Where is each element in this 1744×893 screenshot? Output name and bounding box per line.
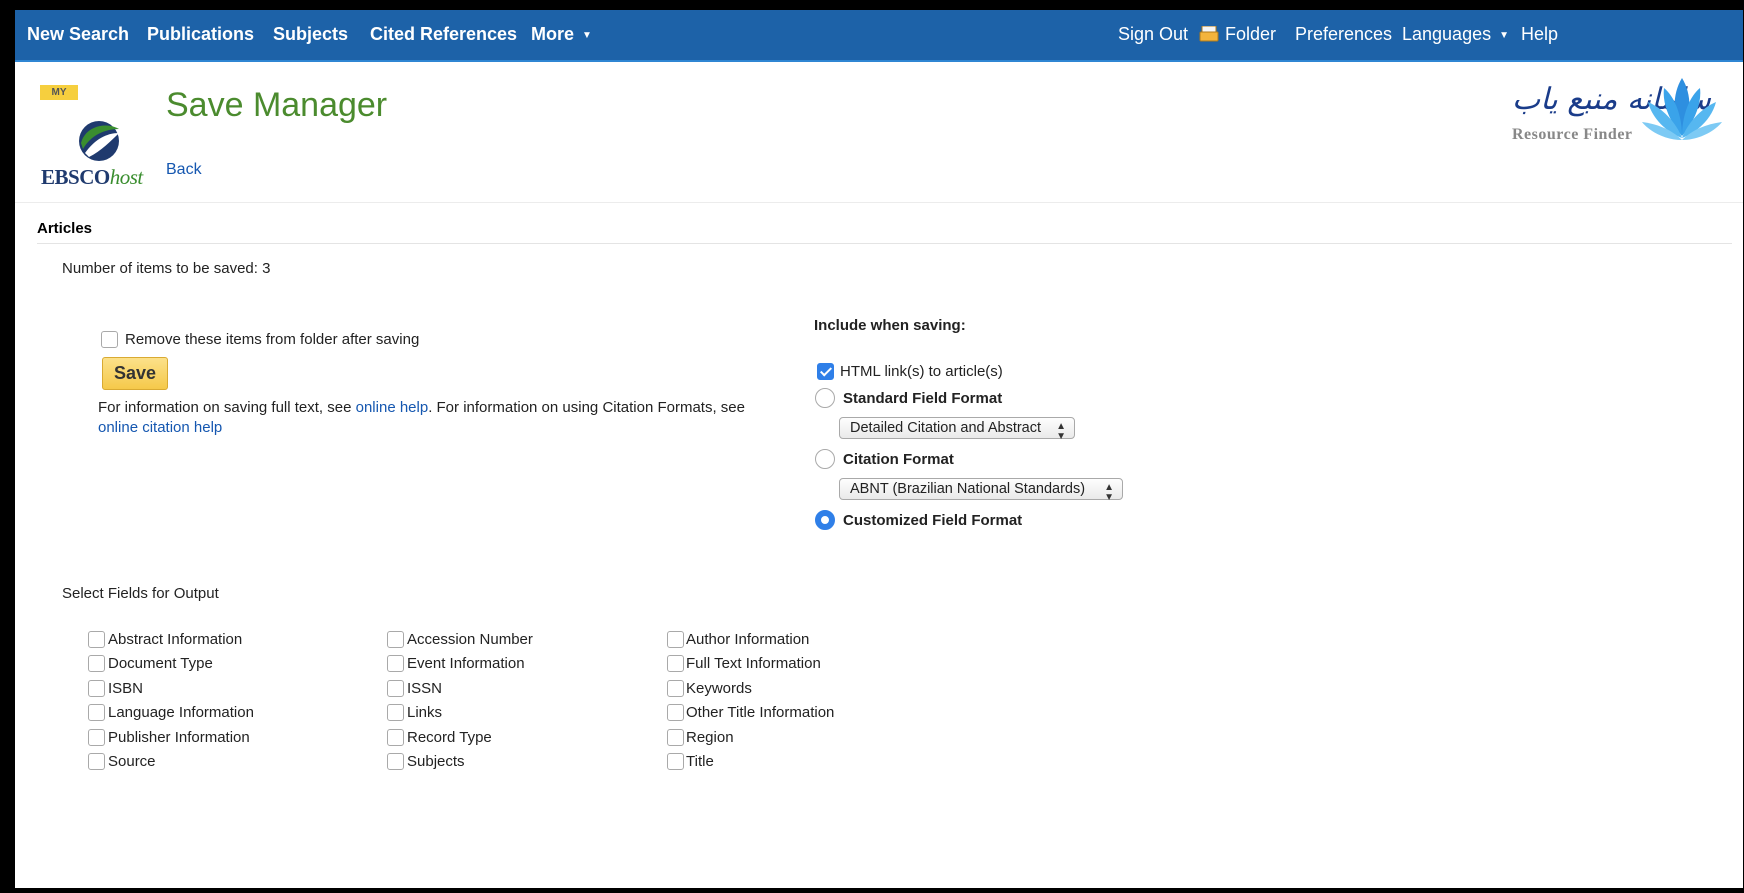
field-checkbox[interactable]: [88, 631, 105, 648]
custom-format-radio[interactable]: [815, 510, 835, 530]
online-citation-help-link[interactable]: online citation help: [98, 419, 222, 436]
chevron-down-icon: ▼: [582, 30, 592, 41]
nav-subjects[interactable]: Subjects: [273, 10, 348, 60]
field-label[interactable]: ISBN: [108, 680, 143, 697]
html-links-checkbox[interactable]: [817, 363, 834, 380]
standard-format-radio[interactable]: [815, 388, 835, 408]
help-text-part2: . For information on using Citation Form…: [428, 399, 745, 416]
nav-cited-references[interactable]: Cited References: [370, 10, 517, 60]
citation-format-radio[interactable]: [815, 449, 835, 469]
resource-finder-english: Resource Finder: [1512, 126, 1633, 143]
field-label[interactable]: Keywords: [686, 680, 752, 697]
field-checkbox[interactable]: [387, 729, 404, 746]
nav-more-label: More: [531, 24, 575, 44]
nav-languages[interactable]: Languages ▼: [1402, 10, 1509, 60]
field-checkbox[interactable]: [387, 753, 404, 770]
online-help-link[interactable]: online help: [356, 399, 429, 416]
citation-format-value: ABNT (Brazilian National Standards): [850, 481, 1086, 497]
remove-items-label[interactable]: Remove these items from folder after sav…: [125, 331, 419, 348]
field-checkbox[interactable]: [88, 729, 105, 746]
standard-format-select[interactable]: Detailed Citation and Abstract ▲ ▼: [839, 417, 1075, 442]
field-checkbox[interactable]: [88, 753, 105, 770]
nav-help[interactable]: Help: [1521, 10, 1558, 60]
page-title: Save Manager: [166, 86, 388, 124]
field-label[interactable]: Title: [686, 753, 714, 770]
field-label[interactable]: Publisher Information: [108, 729, 250, 746]
include-heading: Include when saving:: [814, 317, 966, 334]
nav-folder-label: Folder: [1225, 24, 1277, 44]
field-checkbox[interactable]: [667, 704, 684, 721]
back-link[interactable]: Back: [166, 161, 202, 179]
field-label[interactable]: Source: [108, 753, 156, 770]
divider: [37, 243, 1732, 244]
standard-format-label[interactable]: Standard Field Format: [843, 390, 1002, 407]
citation-format-label[interactable]: Citation Format: [843, 451, 954, 468]
ebsco-logo-icon: [79, 121, 119, 161]
ebsco-host-logo: EBSCOhost: [41, 165, 143, 190]
app-window: New Search Publications Subjects Cited R…: [15, 10, 1743, 888]
field-checkbox[interactable]: [667, 680, 684, 697]
select-arrows-icon: ▲ ▼: [1056, 421, 1066, 442]
html-links-label[interactable]: HTML link(s) to article(s): [840, 363, 1003, 380]
brand-main: EBSCO: [41, 165, 110, 189]
field-label[interactable]: Abstract Information: [108, 631, 242, 648]
nav-preferences[interactable]: Preferences: [1295, 10, 1392, 60]
field-checkbox[interactable]: [88, 680, 105, 697]
page-header: MY EBSCOhost Save Manager Back سامانه من…: [15, 62, 1743, 203]
brand-suffix: host: [109, 165, 144, 189]
my-badge: MY: [40, 85, 78, 100]
field-checkbox[interactable]: [387, 704, 404, 721]
folder-icon: [1199, 26, 1219, 42]
nav-more[interactable]: More ▼: [531, 10, 592, 60]
fields-heading: Select Fields for Output: [62, 585, 219, 602]
field-label[interactable]: Author Information: [686, 631, 809, 648]
section-heading: Articles: [37, 220, 93, 237]
nav-new-search[interactable]: New Search: [27, 10, 129, 60]
field-label[interactable]: Record Type: [407, 729, 492, 746]
custom-format-label[interactable]: Customized Field Format: [843, 512, 1022, 529]
standard-format-value: Detailed Citation and Abstract: [850, 420, 1042, 436]
nav-sign-out[interactable]: Sign Out: [1118, 10, 1188, 60]
field-checkbox[interactable]: [387, 631, 404, 648]
field-label[interactable]: Other Title Information: [686, 704, 834, 721]
top-nav-bar: New Search Publications Subjects Cited R…: [15, 10, 1743, 62]
field-checkbox[interactable]: [88, 704, 105, 721]
nav-languages-label: Languages: [1402, 24, 1492, 44]
chevron-down-icon: ▼: [1499, 30, 1509, 41]
nav-publications[interactable]: Publications: [147, 10, 254, 60]
citation-format-select[interactable]: ABNT (Brazilian National Standards) ▲ ▼: [839, 478, 1123, 503]
field-checkbox[interactable]: [667, 655, 684, 672]
field-label[interactable]: ISSN: [407, 680, 442, 697]
field-checkbox[interactable]: [387, 655, 404, 672]
field-label[interactable]: Region: [686, 729, 734, 746]
save-button[interactable]: Save: [102, 357, 168, 390]
field-label[interactable]: Accession Number: [407, 631, 533, 648]
field-checkbox[interactable]: [667, 729, 684, 746]
help-text-part1: For information on saving full text, see: [98, 399, 356, 416]
select-arrows-icon: ▲ ▼: [1104, 482, 1114, 503]
field-checkbox[interactable]: [387, 680, 404, 697]
field-label[interactable]: Full Text Information: [686, 655, 821, 672]
nav-folder[interactable]: Folder: [1199, 10, 1276, 60]
field-label[interactable]: Language Information: [108, 704, 254, 721]
field-checkbox[interactable]: [667, 753, 684, 770]
items-count: Number of items to be saved: 3: [62, 260, 271, 277]
field-label[interactable]: Subjects: [407, 753, 465, 770]
field-label[interactable]: Links: [407, 704, 442, 721]
lotus-logo-icon: [1642, 78, 1722, 140]
field-label[interactable]: Event Information: [407, 655, 525, 672]
help-text: For information on saving full text, see…: [98, 398, 778, 438]
remove-items-checkbox[interactable]: [101, 331, 118, 348]
field-checkbox[interactable]: [667, 631, 684, 648]
field-checkbox[interactable]: [88, 655, 105, 672]
field-label[interactable]: Document Type: [108, 655, 213, 672]
